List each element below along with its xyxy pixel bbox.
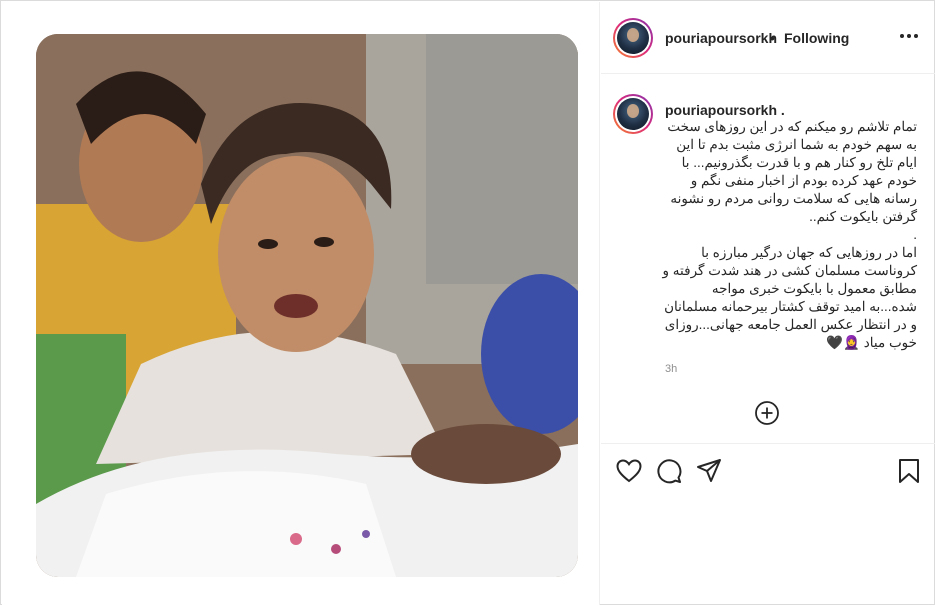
action-bar bbox=[601, 445, 935, 497]
paper-plane-icon[interactable] bbox=[695, 457, 723, 485]
caption-text: تمام تلاشم رو میکنم که در این روزهای سخت… bbox=[662, 119, 917, 350]
bookmark-icon[interactable] bbox=[895, 457, 923, 485]
photo-illustration bbox=[36, 34, 578, 577]
comment-icon[interactable] bbox=[655, 457, 683, 485]
add-circle-icon[interactable] bbox=[754, 400, 780, 426]
caption-username[interactable]: pouriapoursorkh . bbox=[665, 102, 785, 118]
caption-section: pouriapoursorkh . تمام تلاشم رو میکنم که… bbox=[601, 74, 935, 444]
heart-icon[interactable] bbox=[615, 457, 643, 485]
post-dialog: pouriapoursorkh • Following pouriapourso… bbox=[0, 0, 935, 605]
post-sidebar: pouriapoursorkh • Following pouriapourso… bbox=[601, 2, 935, 605]
following-button[interactable]: Following bbox=[784, 30, 849, 46]
media-pane bbox=[2, 2, 600, 605]
post-header: pouriapoursorkh • Following bbox=[601, 2, 935, 74]
post-photo[interactable] bbox=[36, 34, 578, 577]
post-timestamp[interactable]: 3h bbox=[665, 363, 677, 375]
username-link[interactable]: pouriapoursorkh bbox=[665, 30, 777, 46]
separator-dot: • bbox=[770, 30, 775, 46]
avatar[interactable] bbox=[613, 18, 653, 58]
more-options-icon[interactable] bbox=[897, 24, 921, 48]
caption-avatar[interactable] bbox=[613, 94, 653, 134]
